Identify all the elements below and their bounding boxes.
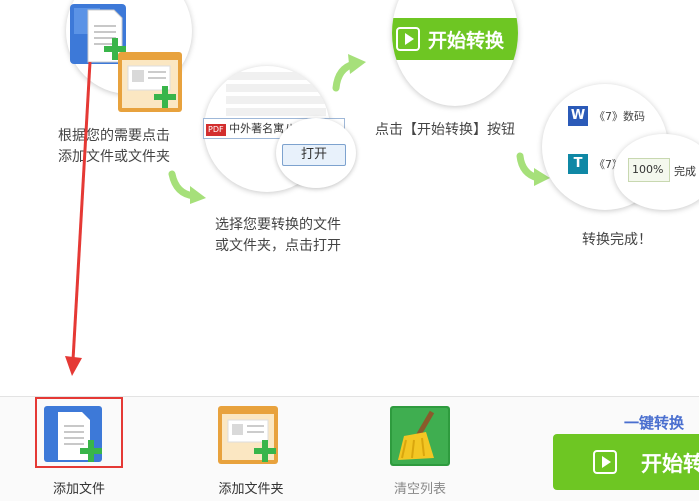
file-list-row (226, 96, 326, 104)
add-file-icon (44, 406, 102, 462)
clear-list-label: 清空列表 (393, 482, 446, 497)
add-file-label: 添加文件 (52, 482, 105, 497)
add-folder-button[interactable]: 添加文件夹 (210, 396, 290, 500)
arrow-up-right-icon (332, 54, 366, 92)
open-button-zoom: 打开 (276, 118, 356, 188)
add-file-button[interactable]: 添加文件 (34, 396, 123, 500)
step2-caption-line1: 选择您要转换的文件 (215, 217, 341, 233)
start-convert-label: 开始转 (641, 452, 699, 476)
one-click-convert-link[interactable]: 一键转换 (624, 412, 684, 433)
add-folder-icon-large (118, 52, 182, 112)
file-list-row (226, 108, 326, 116)
file-list-row (226, 72, 326, 80)
start-convert-button[interactable]: 开始转 (553, 434, 699, 490)
add-folder-label: 添加文件夹 (218, 482, 284, 497)
play-icon (396, 27, 420, 51)
step3-start-label: 开始转换 (428, 30, 505, 52)
text-doc-icon: T (568, 154, 588, 174)
file-list-row (226, 84, 326, 92)
pdf-icon: PDF (206, 124, 226, 136)
word-doc-icon: W (568, 106, 588, 126)
broom-icon (390, 406, 450, 466)
play-icon (593, 450, 617, 474)
dialog-open-button: 打开 (282, 144, 346, 166)
progress-percent: 100% (632, 163, 664, 176)
step4-caption: 转换完成！ (582, 232, 652, 248)
step3-start-button: 开始转换 (392, 18, 518, 60)
arrow-down-right-icon (168, 170, 206, 204)
result-row-1-text: 《7》数码 (594, 110, 645, 123)
step2-caption-line2: 或文件夹，点击打开 (215, 238, 341, 254)
step3-caption: 点击【开始转换】按钮 (375, 122, 515, 138)
clear-list-button[interactable]: 清空列表 (380, 396, 460, 500)
step3-illustration: 开始转换 (392, 0, 518, 106)
add-folder-icon (218, 406, 278, 464)
red-guide-arrow (65, 61, 92, 376)
done-label: 完成 (674, 165, 696, 178)
